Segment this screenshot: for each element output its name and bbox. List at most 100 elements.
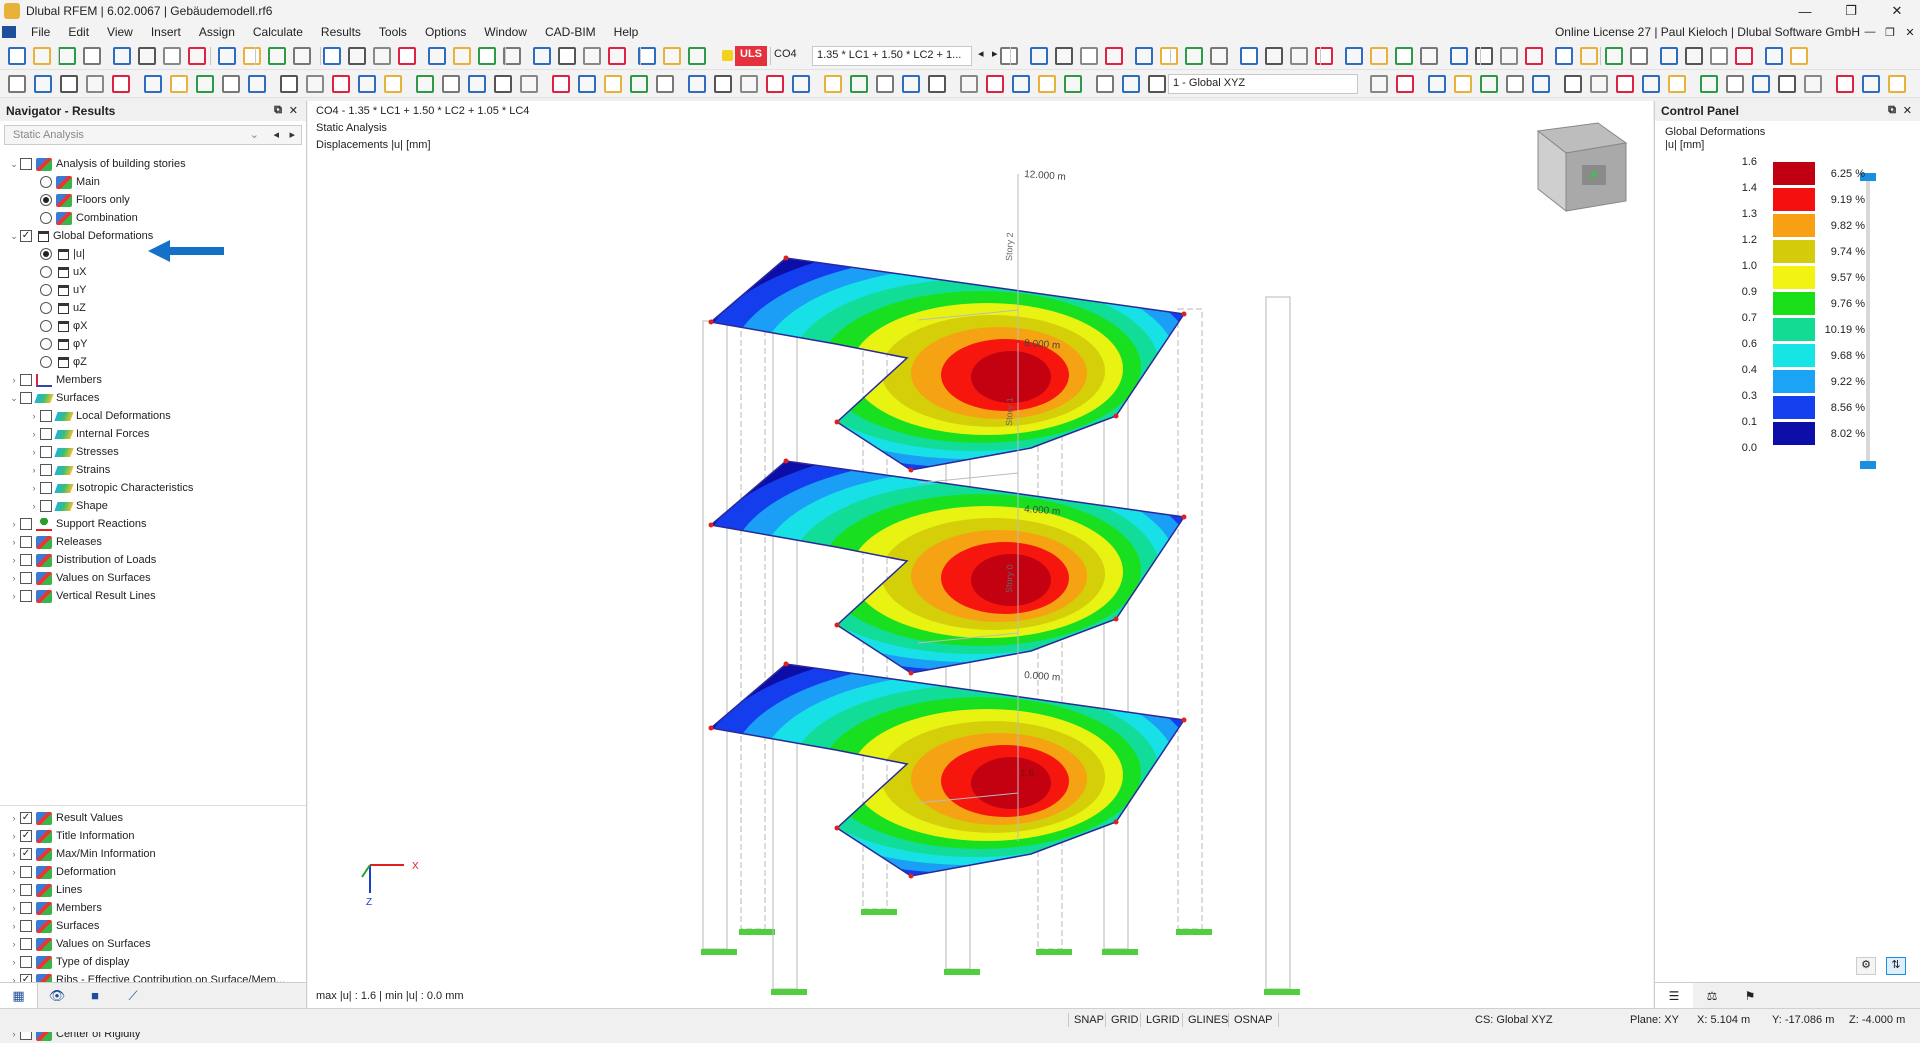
coordinate-system-select[interactable]: 1 - Global XYZ [1168, 74, 1358, 94]
toolbar-button-icon[interactable] [138, 47, 156, 65]
menu-results[interactable]: Results [312, 25, 370, 39]
menu-edit[interactable]: Edit [59, 25, 98, 39]
toolbar-button-icon[interactable] [83, 47, 101, 65]
toolbar-button-icon[interactable] [86, 75, 104, 93]
toolbar-button-icon[interactable] [1862, 75, 1880, 93]
checkbox[interactable] [20, 518, 32, 530]
toolbar-button-icon[interactable] [583, 47, 601, 65]
node-point[interactable] [909, 671, 914, 676]
toolbar-button-icon[interactable] [1122, 75, 1140, 93]
toolbar-button-icon[interactable] [928, 75, 946, 93]
tree-item[interactable]: Combination [0, 209, 306, 227]
toolbar-button-icon[interactable] [1660, 47, 1678, 65]
toolbar-button-icon[interactable] [1642, 75, 1660, 93]
toolbar-button-icon[interactable] [1685, 47, 1703, 65]
toolbar-button-icon[interactable] [280, 75, 298, 93]
tree-item[interactable]: ›Deformation [0, 863, 306, 881]
legend-color-swatch[interactable] [1773, 240, 1815, 263]
toolbar-button-icon[interactable] [714, 75, 732, 93]
toolbar-button-icon[interactable] [398, 47, 416, 65]
tab-data-icon[interactable]: ▦ [0, 983, 38, 1008]
toolbar-button-icon[interactable] [578, 75, 596, 93]
toolbar-button-icon[interactable] [373, 47, 391, 65]
toolbar-button-icon[interactable] [332, 75, 350, 93]
navigator-float-icon[interactable]: ⧉ [274, 104, 282, 117]
floor-slab-1[interactable] [701, 446, 1213, 678]
radio-button[interactable] [40, 248, 52, 260]
checkbox[interactable] [20, 902, 32, 914]
tree-item[interactable]: ›Max/Min Information [0, 845, 306, 863]
expand-arrow-icon[interactable]: › [28, 411, 40, 421]
expand-arrow-icon[interactable]: › [8, 591, 20, 601]
expand-arrow-icon[interactable]: › [8, 555, 20, 565]
toolbar-button-icon[interactable] [144, 75, 162, 93]
radio-button[interactable] [40, 212, 52, 224]
node-point[interactable] [784, 459, 789, 464]
toolbar-button-icon[interactable] [1345, 47, 1363, 65]
toolbar-button-icon[interactable] [902, 75, 920, 93]
legend-settings-icon[interactable]: ⚙ [1856, 957, 1876, 975]
checkbox[interactable] [20, 392, 32, 404]
tree-item[interactable]: Floors only [0, 191, 306, 209]
expand-arrow-icon[interactable]: › [8, 903, 20, 913]
legend-color-swatch[interactable] [1773, 214, 1815, 237]
toolbar-button-icon[interactable] [323, 47, 341, 65]
toolbar-button-icon[interactable] [1454, 75, 1472, 93]
toolbar-button-icon[interactable] [1710, 47, 1728, 65]
menu-cad-bim[interactable]: CAD-BIM [536, 25, 605, 39]
toolbar-button-icon[interactable] [1160, 47, 1178, 65]
expand-arrow-icon[interactable]: › [8, 573, 20, 583]
osnap-toggle[interactable]: OSNAP [1228, 1013, 1279, 1027]
node-point[interactable] [1114, 414, 1119, 419]
tree-item[interactable]: ›Surfaces [0, 917, 306, 935]
expand-arrow-icon[interactable]: › [8, 375, 20, 385]
expand-arrow-icon[interactable]: › [8, 519, 20, 529]
checkbox[interactable] [40, 482, 52, 494]
toolbar-button-icon[interactable] [1735, 47, 1753, 65]
toolbar-button-icon[interactable] [8, 75, 26, 93]
checkbox[interactable] [20, 374, 32, 386]
tree-item[interactable]: ›Members [0, 371, 306, 389]
legend-slider-min-handle[interactable] [1860, 461, 1876, 469]
checkbox[interactable] [40, 410, 52, 422]
toolbar-button-icon[interactable] [1668, 75, 1686, 93]
glines-toggle[interactable]: GLINES [1182, 1013, 1233, 1027]
toolbar-button-icon[interactable] [1726, 75, 1744, 93]
node-point[interactable] [1182, 515, 1187, 520]
toolbar-button-icon[interactable] [1480, 75, 1498, 93]
tree-item[interactable]: ›Vertical Result Lines [0, 587, 306, 605]
toolbar-button-icon[interactable] [1475, 47, 1493, 65]
toolbar-button-icon[interactable] [1450, 47, 1468, 65]
tree-item[interactable]: Main [0, 173, 306, 191]
legend-color-swatch[interactable] [1773, 318, 1815, 341]
next-icon[interactable]: ▸ [289, 128, 295, 141]
expand-arrow-icon[interactable]: › [8, 885, 20, 895]
checkbox[interactable] [20, 572, 32, 584]
toolbar-button-icon[interactable] [416, 75, 434, 93]
checkbox[interactable] [20, 590, 32, 602]
expand-arrow-icon[interactable]: › [28, 447, 40, 457]
node-point[interactable] [909, 468, 914, 473]
expand-arrow-icon[interactable]: › [8, 957, 20, 967]
doc-restore-button[interactable]: ❐ [1880, 26, 1900, 39]
legend-color-swatch[interactable] [1773, 162, 1815, 185]
toolbar-button-icon[interactable] [1506, 75, 1524, 93]
toolbar-button-icon[interactable] [218, 47, 236, 65]
toolbar-button-icon[interactable] [1396, 75, 1414, 93]
node-point[interactable] [784, 256, 789, 261]
toolbar-button-icon[interactable] [1532, 75, 1550, 93]
toolbar-button-icon[interactable] [1148, 75, 1166, 93]
toolbar-button-icon[interactable] [630, 75, 648, 93]
checkbox[interactable] [40, 464, 52, 476]
toolbar-button-icon[interactable] [824, 75, 842, 93]
expand-arrow-icon[interactable]: › [8, 537, 20, 547]
navigator-close-icon[interactable]: ✕ [289, 104, 298, 117]
toolbar-button-icon[interactable] [1240, 47, 1258, 65]
grid-toggle[interactable]: GRID [1105, 1013, 1144, 1027]
expand-arrow-icon[interactable]: › [28, 501, 40, 511]
node-point[interactable] [1114, 617, 1119, 622]
tree-item[interactable]: ›Internal Forces [0, 425, 306, 443]
toolbar-button-icon[interactable] [1105, 47, 1123, 65]
checkbox[interactable] [20, 956, 32, 968]
control-panel-close-icon[interactable]: ✕ [1903, 104, 1912, 117]
